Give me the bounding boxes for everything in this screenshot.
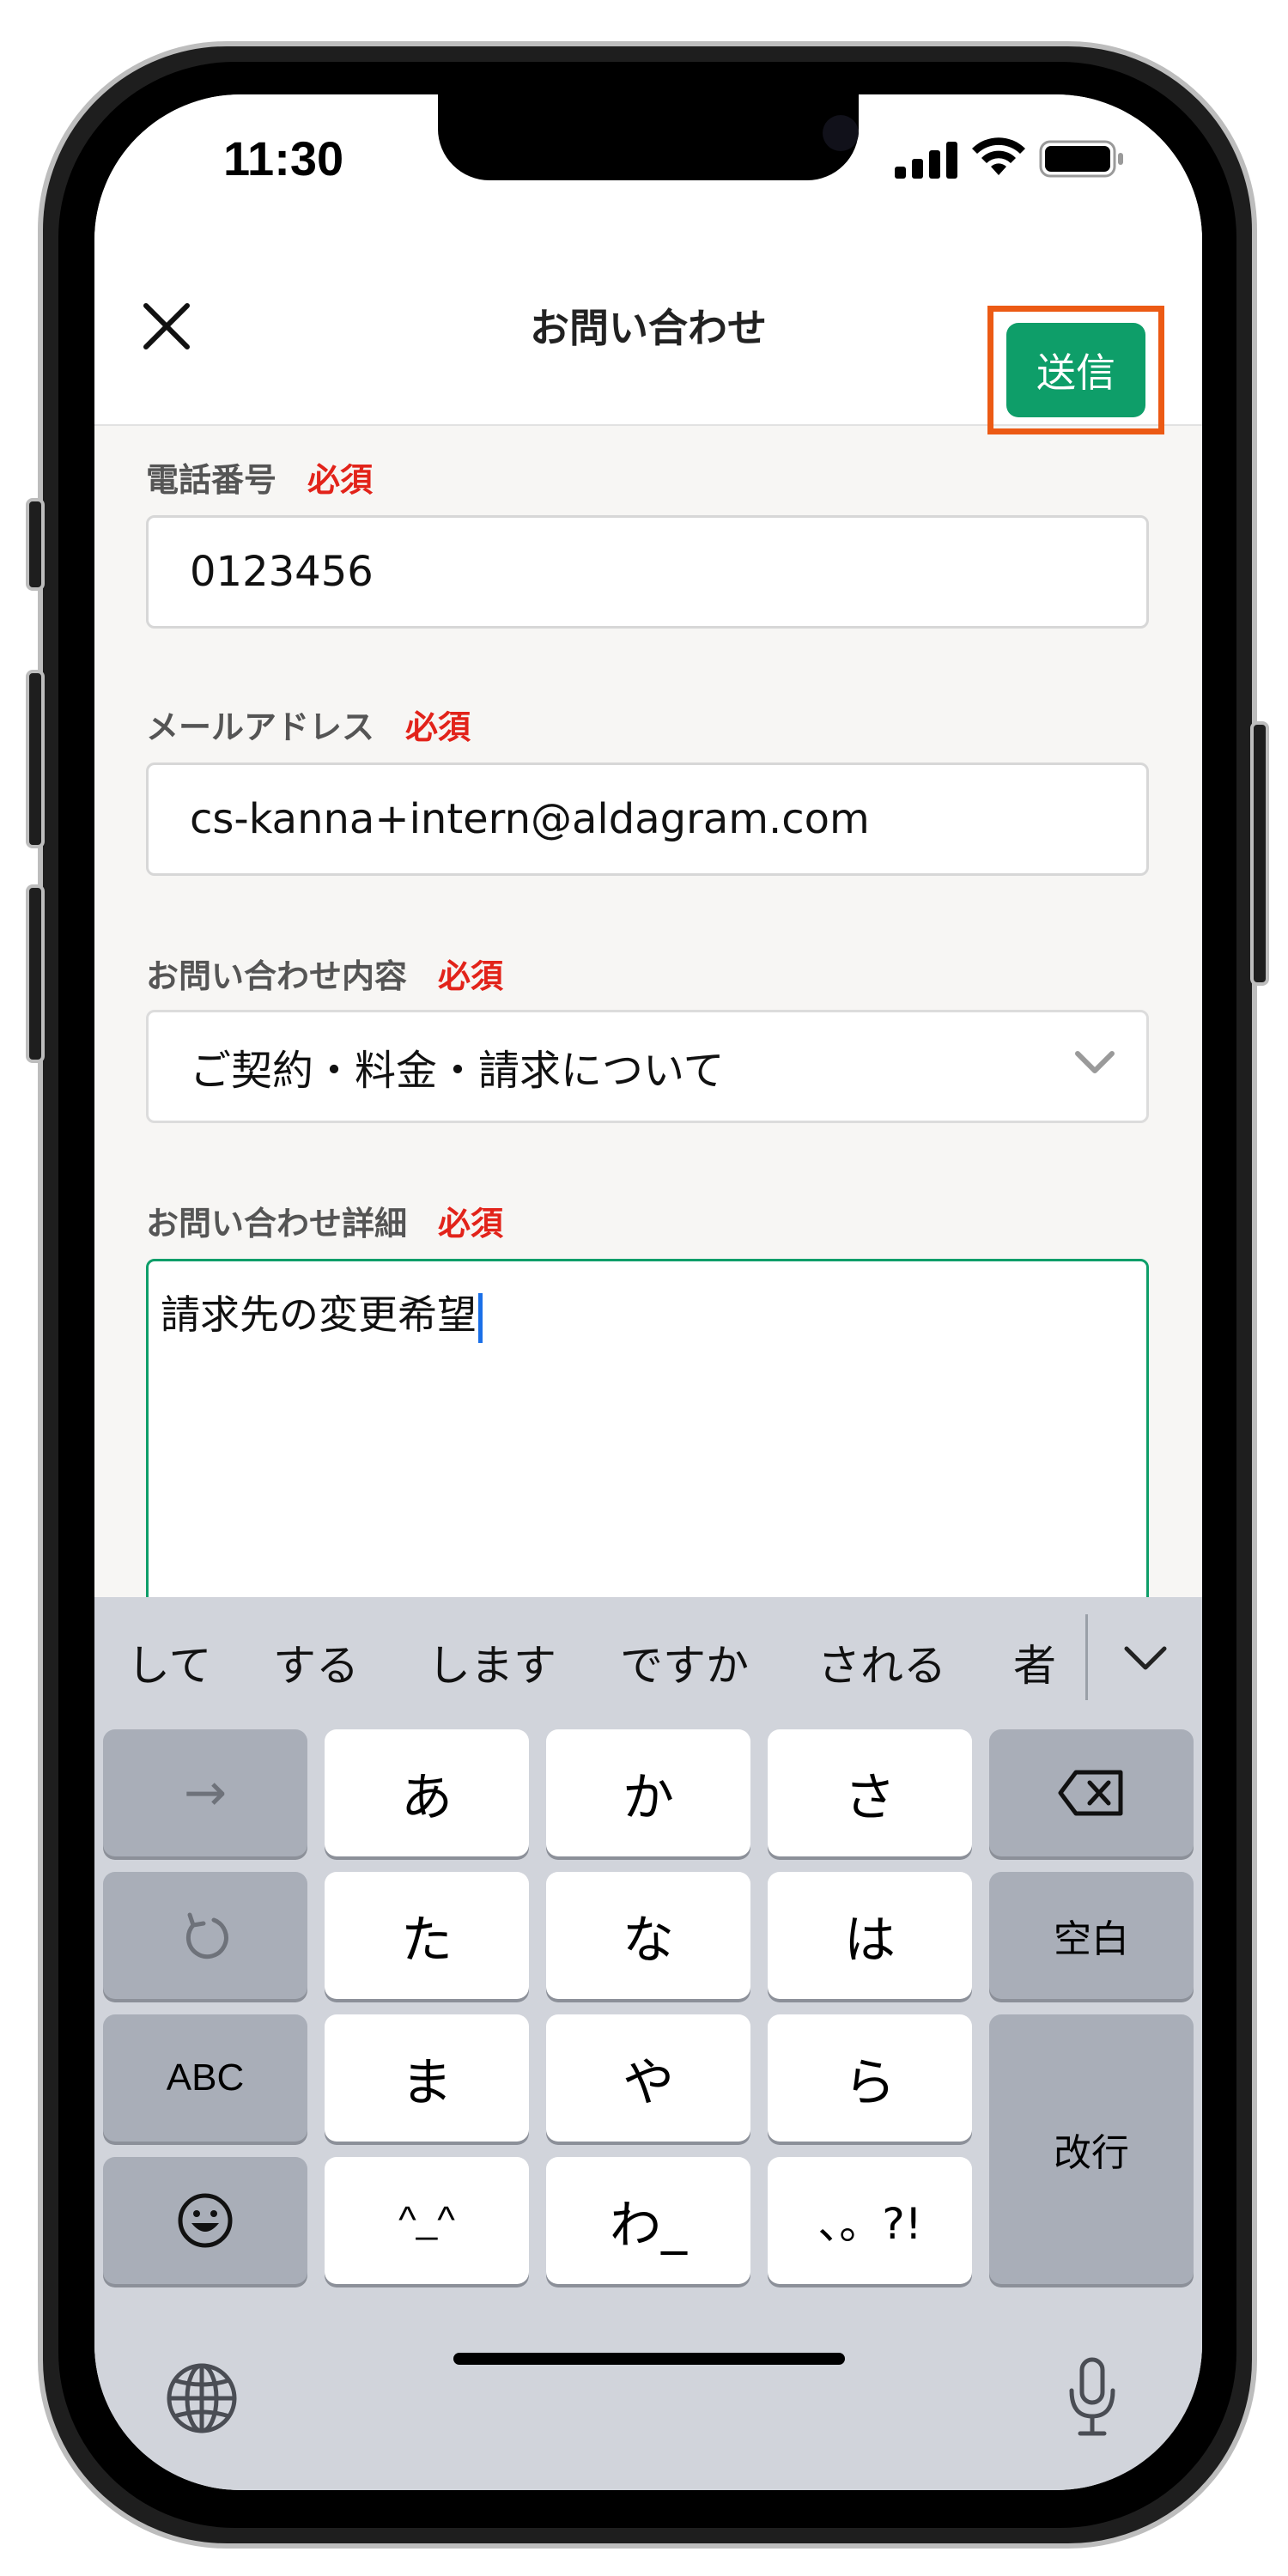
battery-icon bbox=[1039, 140, 1123, 178]
email-label-text: メールアドレス bbox=[146, 708, 375, 746]
email-label: メールアドレス 必須 bbox=[146, 701, 471, 748]
key-ta-label: た bbox=[401, 1910, 453, 1971]
category-label: お問い合わせ内容 必須 bbox=[146, 950, 503, 997]
suggestion-item[interactable]: します bbox=[428, 1631, 556, 1693]
key-kaomoji-label: ^_^ bbox=[398, 2199, 455, 2241]
key-wa[interactable]: わ_ bbox=[546, 2157, 750, 2284]
key-na[interactable]: な bbox=[546, 1872, 750, 1999]
enter-key[interactable]: 改行 bbox=[989, 2014, 1194, 2284]
key-sa-label: さ bbox=[844, 1767, 896, 1828]
phone-label: 電話番号 必須 bbox=[146, 453, 373, 501]
key-punctuation[interactable]: 、。?! bbox=[768, 2157, 972, 2284]
notch bbox=[438, 94, 859, 180]
expand-suggestions-icon[interactable] bbox=[1123, 1643, 1168, 1673]
key-wa-label: わ_ bbox=[610, 2195, 687, 2256]
category-select[interactable]: ご契約・料金・請求について bbox=[146, 1010, 1149, 1123]
phone-input[interactable]: 0123456 bbox=[146, 515, 1149, 629]
home-indicator[interactable] bbox=[453, 2353, 845, 2365]
wifi-icon bbox=[972, 137, 1025, 175]
suggestion-item[interactable]: して bbox=[127, 1631, 212, 1693]
emoji-icon bbox=[178, 2193, 233, 2248]
email-required-badge: 必須 bbox=[405, 708, 471, 746]
suggestion-item[interactable]: する bbox=[273, 1631, 359, 1693]
globe-icon[interactable] bbox=[165, 2361, 239, 2435]
suggestion-divider bbox=[1085, 1614, 1088, 1700]
key-ma[interactable]: ま bbox=[325, 2014, 529, 2142]
status-time: 11:30 bbox=[223, 131, 344, 185]
key-ra[interactable]: ら bbox=[768, 2014, 972, 2142]
arrow-right-key-label: → bbox=[183, 1763, 228, 1823]
suggestion-item[interactable]: 者 bbox=[1013, 1631, 1056, 1693]
key-punctuation-label: 、。?! bbox=[817, 2199, 922, 2249]
key-kaomoji[interactable]: ^_^ bbox=[325, 2157, 529, 2284]
detail-label: お問い合わせ詳細 必須 bbox=[146, 1197, 503, 1244]
category-label-text: お問い合わせ内容 bbox=[146, 957, 408, 995]
delete-key[interactable] bbox=[989, 1729, 1194, 1856]
mute-switch bbox=[26, 498, 45, 591]
key-ha-label: は bbox=[844, 1910, 896, 1971]
detail-required-badge: 必須 bbox=[438, 1205, 504, 1242]
key-sa[interactable]: さ bbox=[768, 1729, 972, 1856]
abc-key[interactable]: ABC bbox=[103, 2014, 307, 2142]
key-ya-label: や bbox=[623, 2052, 674, 2113]
detail-textarea-value: 請求先の変更希望 bbox=[161, 1291, 477, 1338]
space-key[interactable]: 空白 bbox=[989, 1872, 1194, 1999]
phone-input-value: 0123456 bbox=[190, 548, 374, 596]
suggestion-item[interactable]: される bbox=[817, 1631, 946, 1693]
key-a[interactable]: あ bbox=[325, 1729, 529, 1856]
undo-icon bbox=[185, 1912, 228, 1959]
key-ma-label: ま bbox=[401, 2052, 453, 2113]
key-ka[interactable]: か bbox=[546, 1729, 750, 1856]
front-camera bbox=[823, 115, 859, 151]
volume-up-button bbox=[26, 670, 45, 848]
abc-key-label: ABC bbox=[166, 2057, 245, 2099]
cellular-signal-icon bbox=[895, 142, 957, 179]
power-button bbox=[1250, 721, 1269, 986]
volume-down-button bbox=[26, 884, 45, 1063]
suggestion-item[interactable]: ですか bbox=[620, 1631, 749, 1693]
phone-screen: 11:30 お問い合わせ 送信 電話番号 必須 0123456 メールアドレス … bbox=[94, 94, 1202, 2490]
send-button[interactable]: 送信 bbox=[1006, 323, 1145, 417]
email-input[interactable]: cs-kanna+intern@aldagram.com bbox=[146, 762, 1149, 876]
chevron-down-icon bbox=[1075, 1051, 1115, 1073]
key-a-label: あ bbox=[401, 1767, 453, 1828]
text-caret bbox=[478, 1292, 483, 1343]
detail-label-text: お問い合わせ詳細 bbox=[146, 1205, 408, 1242]
delete-icon bbox=[1058, 1770, 1123, 1816]
key-ra-label: ら bbox=[844, 2052, 896, 2113]
enter-key-label: 改行 bbox=[1054, 2131, 1129, 2175]
key-ta[interactable]: た bbox=[325, 1872, 529, 1999]
space-key-label: 空白 bbox=[1054, 1917, 1129, 1961]
key-na-label: な bbox=[623, 1910, 674, 1971]
category-required-badge: 必須 bbox=[438, 957, 504, 995]
suggestion-bar: して する します ですか される 者 bbox=[94, 1597, 1202, 1726]
arrow-right-key[interactable]: → bbox=[103, 1729, 307, 1856]
email-input-value: cs-kanna+intern@aldagram.com bbox=[190, 795, 870, 843]
phone-label-text: 電話番号 bbox=[146, 461, 277, 499]
key-ya[interactable]: や bbox=[546, 2014, 750, 2142]
key-ka-label: か bbox=[623, 1767, 674, 1828]
emoji-key[interactable] bbox=[103, 2157, 307, 2284]
phone-required-badge: 必須 bbox=[307, 461, 374, 499]
microphone-icon[interactable] bbox=[1065, 2356, 1120, 2439]
category-select-value: ご契約・料金・請求について bbox=[190, 1047, 725, 1095]
undo-key[interactable] bbox=[103, 1872, 307, 1999]
key-ha[interactable]: は bbox=[768, 1872, 972, 1999]
